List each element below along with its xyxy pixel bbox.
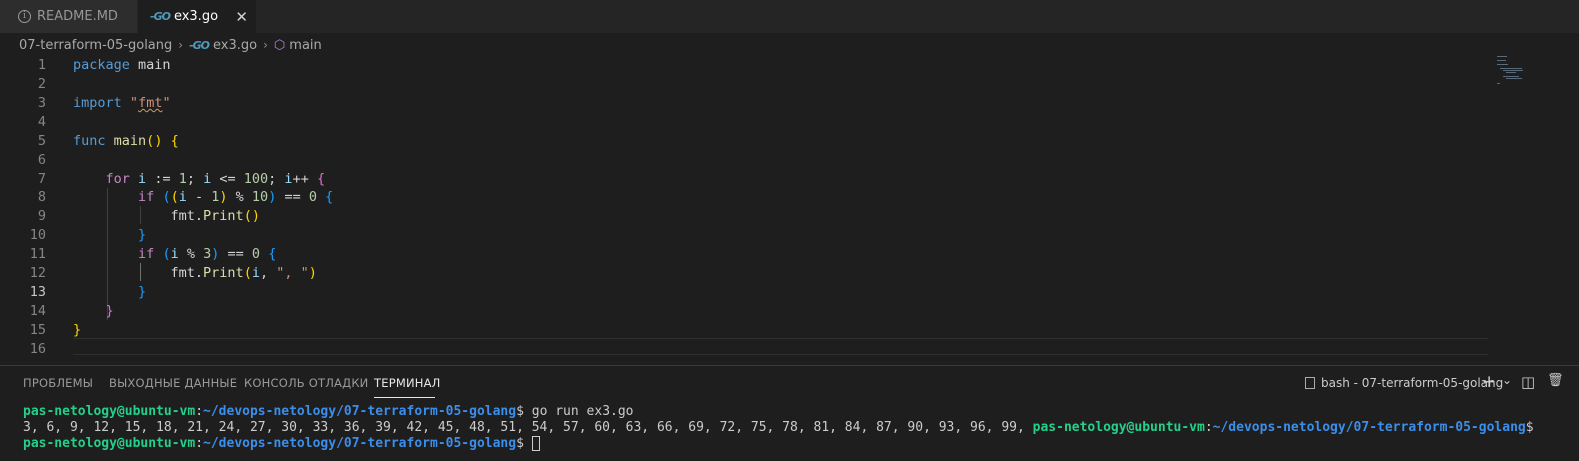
tab-debug-console[interactable]: КОНСОЛЬ ОТЛАДКИ (244, 376, 368, 390)
terminal-icon (1305, 377, 1315, 389)
line-number: 4 (37, 114, 46, 130)
editor-tab-bar: i README.MD -GO ex3.go ✕ (0, 0, 1579, 33)
new-terminal-button[interactable]: + (1482, 372, 1496, 392)
terminal-line: pas-netology@ubuntu-vm:~/devops-netology… (23, 404, 634, 419)
line-number: 7 (37, 171, 46, 187)
cube-icon: ⬡ (273, 37, 286, 53)
line-number: 12 (29, 265, 46, 281)
code-line: import "fmt" (73, 95, 171, 111)
line-number: 1 (37, 57, 46, 73)
terminal-output: 3, 6, 9, 12, 15, 18, 21, 24, 27, 30, 33,… (23, 420, 1033, 435)
terminal-selector[interactable]: bash - 07-terraform-05-golang (1305, 376, 1503, 390)
chevron-right-icon: › (263, 38, 268, 52)
tab-problems[interactable]: ПРОБЛЕМЫ (23, 376, 93, 390)
line-number: 10 (29, 227, 46, 243)
code-line: if ((i - 1) % 10) == 0 { (138, 189, 334, 205)
line-number: 5 (37, 133, 46, 149)
line-number: 9 (37, 208, 46, 224)
code-editor[interactable]: 1 2 3 4 5 6 7 8 9 10 11 12 13 14 15 16 p… (0, 55, 1490, 365)
chevron-right-icon: › (178, 38, 184, 52)
code-line: if (i % 3) == 0 { (138, 246, 277, 262)
code-line: func main() { (73, 133, 179, 149)
terminal-user: pas-netology@ubuntu-vm (1032, 420, 1205, 435)
terminal-line[interactable]: pas-netology@ubuntu-vm:~/devops-netology… (23, 436, 540, 451)
trash-icon[interactable]: 🗑 (1547, 373, 1564, 388)
info-icon: i (18, 10, 31, 23)
terminal-name: bash - 07-terraform-05-golang (1321, 376, 1504, 390)
tab-ex3-go[interactable]: -GO ex3.go ✕ (138, 0, 256, 33)
terminal-cursor (531, 436, 540, 451)
code-line: fmt.Print() (73, 208, 260, 224)
line-number: 6 (37, 152, 46, 168)
minimap[interactable] (1495, 55, 1535, 87)
go-file-icon: -GO (150, 10, 171, 23)
go-file-icon: -GO (189, 38, 210, 52)
code-line: fmt.Print(i, ", ") (73, 265, 317, 281)
line-number: 11 (29, 246, 46, 262)
tab-output[interactable]: ВЫХОДНЫЕ ДАННЫЕ (109, 376, 237, 390)
line-number: 3 (37, 95, 46, 111)
code-line: } (105, 303, 114, 319)
bottom-panel: ПРОБЛЕМЫ ВЫХОДНЫЕ ДАННЫЕ КОНСОЛЬ ОТЛАДКИ… (0, 365, 1579, 461)
terminal-path: ~/devops-netology/07-terraform-05-golang (203, 436, 517, 451)
line-number: 14 (29, 303, 46, 319)
code-line: for i := 1; i <= 100; i++ { (105, 171, 326, 187)
split-terminal-button[interactable]: ◫ (1521, 373, 1535, 391)
terminal-path: ~/devops-netology/07-terraform-05-golang (1212, 420, 1526, 435)
tab-terminal[interactable]: ТЕРМИНАЛ (374, 376, 441, 390)
breadcrumb-symbol[interactable]: main (289, 38, 321, 53)
chevron-down-icon[interactable]: ⌄ (1502, 373, 1512, 387)
line-number: 8 (37, 189, 46, 205)
terminal-user: pas-netology@ubuntu-vm (23, 436, 196, 451)
code-line: } (138, 284, 147, 300)
line-number: 2 (37, 76, 46, 92)
tab-label: README.MD (37, 9, 118, 24)
line-number-current: 13 (29, 284, 46, 300)
terminal-user: pas-netology@ubuntu-vm (23, 404, 196, 419)
terminal-line: 3, 6, 9, 12, 15, 18, 21, 24, 27, 30, 33,… (23, 420, 1534, 435)
terminal-command: go run ex3.go (531, 404, 634, 419)
line-number: 16 (29, 341, 46, 357)
active-tab-indicator (374, 397, 435, 398)
code-line: } (73, 322, 82, 338)
breadcrumb-file[interactable]: ex3.go (213, 38, 257, 53)
tab-label: ex3.go (173, 9, 219, 24)
tab-readme[interactable]: i README.MD (0, 0, 137, 33)
close-icon[interactable]: ✕ (235, 8, 248, 26)
code-line: package main (73, 57, 171, 73)
breadcrumb-folder[interactable]: 07-terraform-05-golang (19, 38, 172, 53)
current-line-highlight (73, 338, 1488, 355)
breadcrumb: 07-terraform-05-golang › -GO ex3.go › ⬡ … (19, 36, 322, 54)
line-number: 15 (29, 322, 46, 338)
terminal-path: ~/devops-netology/07-terraform-05-golang (203, 404, 517, 419)
code-line: } (138, 227, 147, 243)
